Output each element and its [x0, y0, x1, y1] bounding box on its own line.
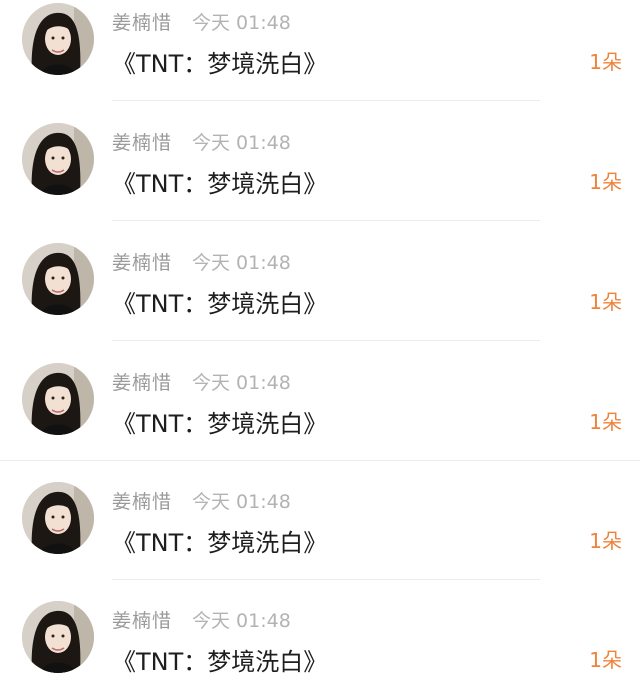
message-text: 《TNT：梦境洗白》 [112, 50, 328, 78]
timestamp: 今天 01:48 [192, 372, 291, 394]
woman-portrait-avatar [22, 363, 94, 435]
sender-name[interactable]: 姜楠惜 [112, 8, 172, 35]
message-row[interactable]: 姜楠惜 今天 01:48 《TNT：梦境洗白》 1朵 [0, 240, 640, 360]
message-text: 《TNT：梦境洗白》 [112, 170, 328, 198]
avatar[interactable] [22, 363, 94, 435]
woman-portrait-avatar [22, 243, 94, 315]
message-text: 《TNT：梦境洗白》 [112, 648, 328, 676]
avatar[interactable] [22, 123, 94, 195]
flower-count: 1朵 [589, 648, 622, 672]
timestamp: 今天 01:48 [192, 252, 291, 274]
divider [112, 340, 540, 341]
message-row[interactable]: 姜楠惜 今天 01:48 《TNT：梦境洗白》 1朵 [0, 598, 640, 687]
timestamp: 今天 01:48 [192, 12, 291, 34]
avatar[interactable] [22, 601, 94, 673]
message-row[interactable]: 姜楠惜 今天 01:48 《TNT：梦境洗白》 1朵 [0, 479, 640, 598]
woman-portrait-avatar [22, 601, 94, 673]
timestamp: 今天 01:48 [192, 491, 291, 513]
divider [0, 460, 640, 461]
message-text: 《TNT：梦境洗白》 [112, 410, 328, 438]
divider [112, 220, 540, 221]
flower-count: 1朵 [589, 290, 622, 314]
timestamp: 今天 01:48 [192, 132, 291, 154]
flower-count: 1朵 [589, 50, 622, 74]
sender-name[interactable]: 姜楠惜 [112, 487, 172, 514]
message-text: 《TNT：梦境洗白》 [112, 290, 328, 318]
timestamp: 今天 01:48 [192, 610, 291, 632]
message-list: 姜楠惜 今天 01:48 《TNT：梦境洗白》 1朵 姜楠惜 今天 01:48 … [0, 0, 640, 687]
flower-count: 1朵 [589, 170, 622, 194]
avatar[interactable] [22, 243, 94, 315]
woman-portrait-avatar [22, 482, 94, 554]
flower-count: 1朵 [589, 410, 622, 434]
message-row[interactable]: 姜楠惜 今天 01:48 《TNT：梦境洗白》 1朵 [0, 0, 640, 120]
sender-name[interactable]: 姜楠惜 [112, 368, 172, 395]
message-row[interactable]: 姜楠惜 今天 01:48 《TNT：梦境洗白》 1朵 [0, 120, 640, 240]
flower-count: 1朵 [589, 529, 622, 553]
avatar[interactable] [22, 482, 94, 554]
woman-portrait-avatar [22, 3, 94, 75]
message-row[interactable]: 姜楠惜 今天 01:48 《TNT：梦境洗白》 1朵 [0, 360, 640, 479]
message-text: 《TNT：梦境洗白》 [112, 529, 328, 557]
divider [112, 100, 540, 101]
avatar[interactable] [22, 3, 94, 75]
divider [112, 579, 540, 580]
sender-name[interactable]: 姜楠惜 [112, 606, 172, 633]
woman-portrait-avatar [22, 123, 94, 195]
sender-name[interactable]: 姜楠惜 [112, 248, 172, 275]
sender-name[interactable]: 姜楠惜 [112, 128, 172, 155]
